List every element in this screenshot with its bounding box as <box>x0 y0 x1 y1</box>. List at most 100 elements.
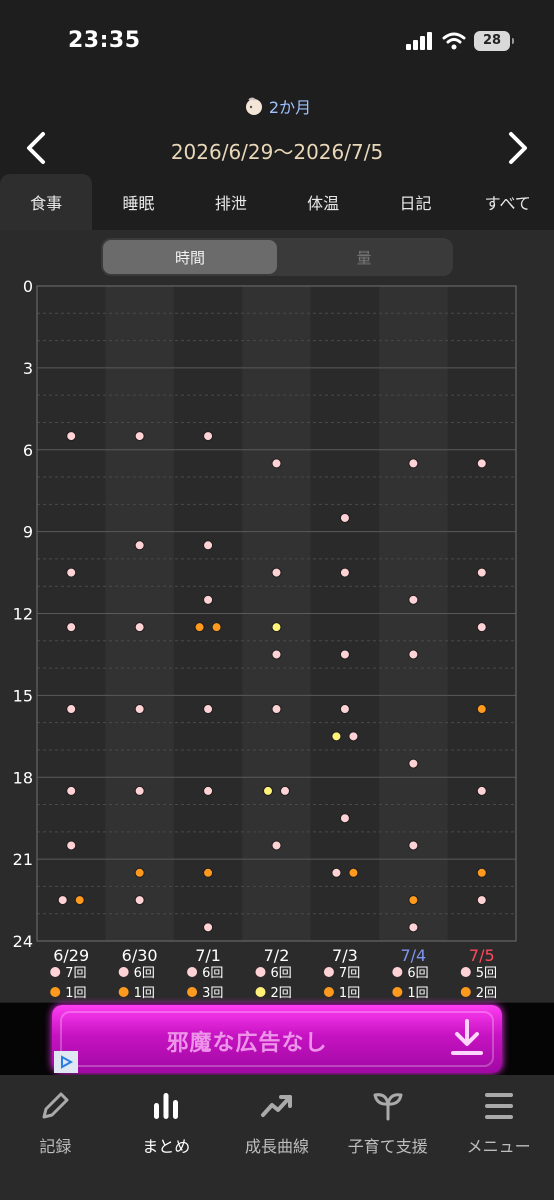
download-icon <box>451 1019 483 1055</box>
meal-point-pink <box>339 704 350 715</box>
meal-point-pink <box>476 458 487 469</box>
next-week-button[interactable] <box>498 128 538 168</box>
meal-point-pink <box>408 840 419 851</box>
tab-sleep[interactable]: 睡眠 <box>92 174 184 230</box>
status-icons: 28 <box>406 30 514 52</box>
summary-dot <box>187 967 198 977</box>
summary-dot <box>50 987 61 997</box>
meal-point-pink <box>134 431 145 442</box>
nav-growth[interactable]: 成長曲線 <box>222 1075 333 1200</box>
summary-dot <box>255 987 266 997</box>
meal-point-pink <box>134 704 145 715</box>
meal-point-pink <box>331 867 342 878</box>
play-triangle-icon <box>61 1055 73 1069</box>
summary-count: 6回 <box>134 966 155 981</box>
meal-point-pink <box>348 731 359 742</box>
meal-point-orange <box>203 867 214 878</box>
summary-count: 7回 <box>65 966 86 981</box>
summary-dot <box>50 967 61 977</box>
meal-point-pink <box>66 622 77 633</box>
x-category-label: 6/30 <box>122 946 158 965</box>
x-category-label: 7/3 <box>332 946 358 965</box>
nav-summary-label: まとめ <box>142 1137 191 1156</box>
tab-temperature[interactable]: 体温 <box>277 174 369 230</box>
meal-point-pink <box>280 785 290 796</box>
tab-excretion[interactable]: 排泄 <box>185 174 277 230</box>
summary-count: 1回 <box>134 986 155 1001</box>
menu-icon <box>484 1093 513 1119</box>
nav-support-label: 子育て支援 <box>347 1137 428 1156</box>
meal-point-pink <box>271 458 282 469</box>
meal-point-yellow <box>263 785 273 796</box>
ad-choices-icon[interactable] <box>54 1051 78 1073</box>
date-range: 2026/6/29〜2026/7/5 <box>170 140 384 164</box>
nav-record[interactable]: 記録 <box>0 1075 111 1200</box>
nav-menu[interactable]: メニュー <box>443 1075 554 1200</box>
baby-icon <box>245 97 262 115</box>
meal-point-pink <box>203 785 214 796</box>
meal-point-pink <box>66 840 77 851</box>
y-tick-label: 6 <box>23 441 33 460</box>
nav-menu-label: メニュー <box>466 1137 531 1156</box>
ad-text: 邪魔な広告なし <box>166 1031 328 1056</box>
meal-point-pink <box>408 922 419 933</box>
summary-dot <box>255 967 266 977</box>
x-category-label: 7/2 <box>264 946 290 965</box>
summary-count: 2回 <box>476 986 497 1001</box>
meal-point-pink <box>271 840 282 851</box>
meal-point-yellow <box>331 731 342 742</box>
trend-up-icon <box>260 1095 292 1117</box>
summary-dot <box>392 987 403 997</box>
chevron-right-icon <box>509 132 527 164</box>
x-category-label: 7/5 <box>469 946 495 965</box>
summary-dot <box>187 987 198 997</box>
meal-point-orange <box>408 895 419 906</box>
segment-amount[interactable]: 量 <box>277 240 451 274</box>
pencil-icon <box>42 1092 69 1119</box>
nav-record-label: 記録 <box>39 1137 72 1156</box>
meal-time-chart: 0 3 6 9 12 15 18 21 24 6/29 6/30 7/1 7/2 7/3 7/4 7/5 7回 1… <box>13 277 517 1001</box>
summary-dot <box>392 967 403 977</box>
x-category-label: 6/29 <box>53 946 89 965</box>
summary-count: 1回 <box>407 986 428 1001</box>
summary-count: 7回 <box>339 966 360 981</box>
y-tick-label: 24 <box>13 932 33 951</box>
meal-point-pink <box>203 431 214 442</box>
category-tabs: 食事 睡眠 排泄 体温 日記 すべて <box>0 174 554 230</box>
summary-count: 1回 <box>65 986 86 1001</box>
segment-time[interactable]: 時間 <box>103 240 277 274</box>
x-category-label: 7/1 <box>195 946 221 965</box>
meal-point-pink <box>134 785 145 796</box>
meal-point-pink <box>66 704 77 715</box>
summary-count: 6回 <box>202 966 223 981</box>
meal-point-pink <box>271 649 282 660</box>
meal-point-pink <box>271 567 282 578</box>
meal-point-orange <box>211 622 222 633</box>
nav-support[interactable]: 子育て支援 <box>332 1075 443 1200</box>
age-row: 2か月 <box>0 94 554 118</box>
tab-all[interactable]: すべて <box>462 174 554 230</box>
y-tick-label: 15 <box>13 686 33 705</box>
meal-point-pink <box>476 567 487 578</box>
y-tick-label: 12 <box>13 605 33 624</box>
meal-point-pink <box>339 567 350 578</box>
ad-bar: 邪魔な広告なし <box>0 1003 554 1075</box>
nav-summary[interactable]: まとめ <box>111 1075 222 1200</box>
summary-count: 6回 <box>407 966 428 981</box>
meal-point-pink <box>408 758 419 769</box>
tab-meal[interactable]: 食事 <box>0 174 93 230</box>
meal-point-pink <box>134 622 145 633</box>
y-tick-label: 0 <box>23 277 33 296</box>
ad-banner[interactable]: 邪魔な広告なし <box>52 1005 502 1073</box>
meal-point-pink <box>408 649 419 660</box>
view-toggle: 時間 量 <box>101 238 453 276</box>
age-label: 2か月 <box>268 98 312 117</box>
meal-point-pink <box>203 594 214 605</box>
meal-point-pink <box>339 512 350 523</box>
meal-point-pink <box>134 540 145 551</box>
x-category-label: 7/4 <box>400 946 426 965</box>
wifi-icon <box>442 32 466 50</box>
meal-point-orange <box>476 867 487 878</box>
tab-diary[interactable]: 日記 <box>369 174 461 230</box>
status-bar: 23:35 28 <box>0 0 554 80</box>
